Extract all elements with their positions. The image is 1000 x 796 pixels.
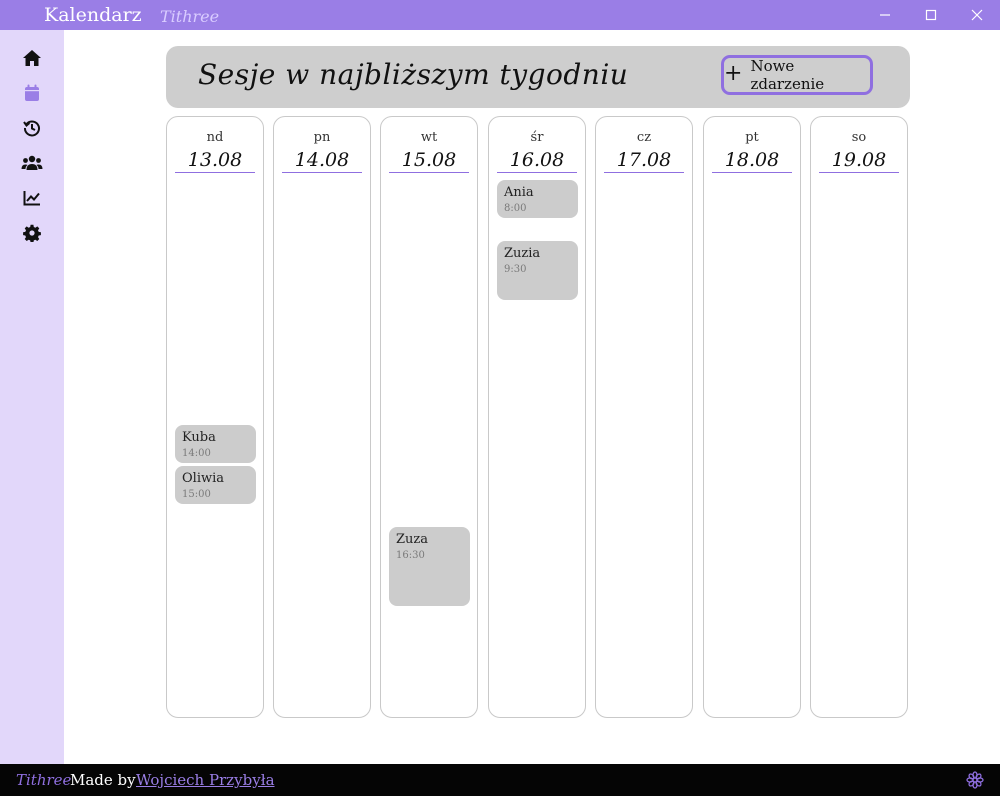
event-name: Zuza (396, 532, 429, 547)
day-date: 18.08 (712, 148, 792, 173)
users-icon (21, 155, 43, 170)
sidebar-item-calendar[interactable] (20, 81, 44, 105)
sidebar-item-history[interactable] (20, 116, 44, 140)
week-header: Sesje w najbliższym tygodniu + Nowe zdar… (166, 46, 910, 108)
plus-icon: + (724, 61, 743, 86)
event-card[interactable]: Kuba 14:00 (175, 425, 256, 463)
footer: Tithree Made by Wojciech Przybyła (0, 764, 1000, 796)
day-column-pt: pt 18.08 (703, 116, 801, 718)
maximize-icon (925, 9, 937, 21)
day-date: 17.08 (604, 148, 684, 173)
day-date: 14.08 (282, 148, 362, 173)
day-name: wt (420, 130, 438, 145)
sidebar-item-settings[interactable] (20, 221, 44, 245)
event-name: Zuzia (504, 246, 541, 261)
event-time: 8:00 (504, 203, 527, 214)
event-card[interactable]: Zuzia 9:30 (497, 241, 578, 300)
day-name: pn (313, 130, 331, 145)
minimize-icon (880, 14, 890, 16)
day-name: so (851, 130, 867, 145)
day-date: 16.08 (497, 148, 577, 173)
page-title: Sesje w najbliższym tygodniu (198, 58, 629, 91)
event-time: 16:30 (396, 550, 425, 561)
sidebar-item-home[interactable] (20, 46, 44, 70)
footer-made-by: Made by (70, 771, 136, 789)
day-column-pn: pn 14.08 (273, 116, 371, 718)
author-link[interactable]: Wojciech Przybyła (136, 771, 275, 789)
close-icon (971, 9, 983, 21)
chart-line-icon (23, 191, 40, 206)
event-time: 14:00 (182, 448, 211, 459)
day-column-wt: wt 15.08 Zuza 16:30 (380, 116, 478, 718)
home-icon (23, 50, 41, 66)
event-name: Kuba (182, 430, 216, 445)
calendar-icon (25, 84, 39, 101)
day-name: cz (636, 130, 652, 145)
title-bar: Kalendarz Tithree (0, 0, 1000, 30)
sidebar-item-users[interactable] (20, 151, 44, 175)
window-brand: Tithree (160, 7, 220, 26)
day-column-cz: cz 17.08 (595, 116, 693, 718)
day-name: pt (745, 130, 759, 145)
event-card[interactable]: Zuza 16:30 (389, 527, 470, 606)
event-card[interactable]: Oliwia 15:00 (175, 466, 256, 504)
day-date: 13.08 (175, 148, 255, 173)
day-name: śr (530, 130, 544, 145)
event-name: Oliwia (182, 471, 225, 486)
day-date: 19.08 (819, 148, 899, 173)
day-name: nd (206, 130, 224, 145)
history-icon (23, 120, 40, 137)
event-time: 9:30 (504, 264, 527, 275)
sidebar (0, 30, 64, 764)
new-event-label: Nowe zdarzenie (750, 57, 825, 93)
minimize-button[interactable] (862, 0, 908, 30)
window-title: Kalendarz (44, 4, 142, 26)
gear-icon (23, 224, 41, 242)
new-event-button[interactable]: + Nowe zdarzenie (721, 55, 873, 95)
day-column-sr: śr 16.08 Ania 8:00 Zuzia 9:30 (488, 116, 586, 718)
event-time: 15:00 (182, 489, 211, 500)
footer-brand: Tithree (16, 771, 72, 789)
close-button[interactable] (954, 0, 1000, 30)
day-date: 15.08 (389, 148, 469, 173)
event-card[interactable]: Ania 8:00 (497, 180, 578, 218)
event-name: Ania (504, 185, 534, 200)
day-column-so: so 19.08 (810, 116, 908, 718)
sidebar-item-stats[interactable] (20, 186, 44, 210)
day-column-nd: nd 13.08 Kuba 14:00 Oliwia 15:00 (166, 116, 264, 718)
flower-logo-icon (966, 771, 984, 793)
maximize-button[interactable] (908, 0, 954, 30)
